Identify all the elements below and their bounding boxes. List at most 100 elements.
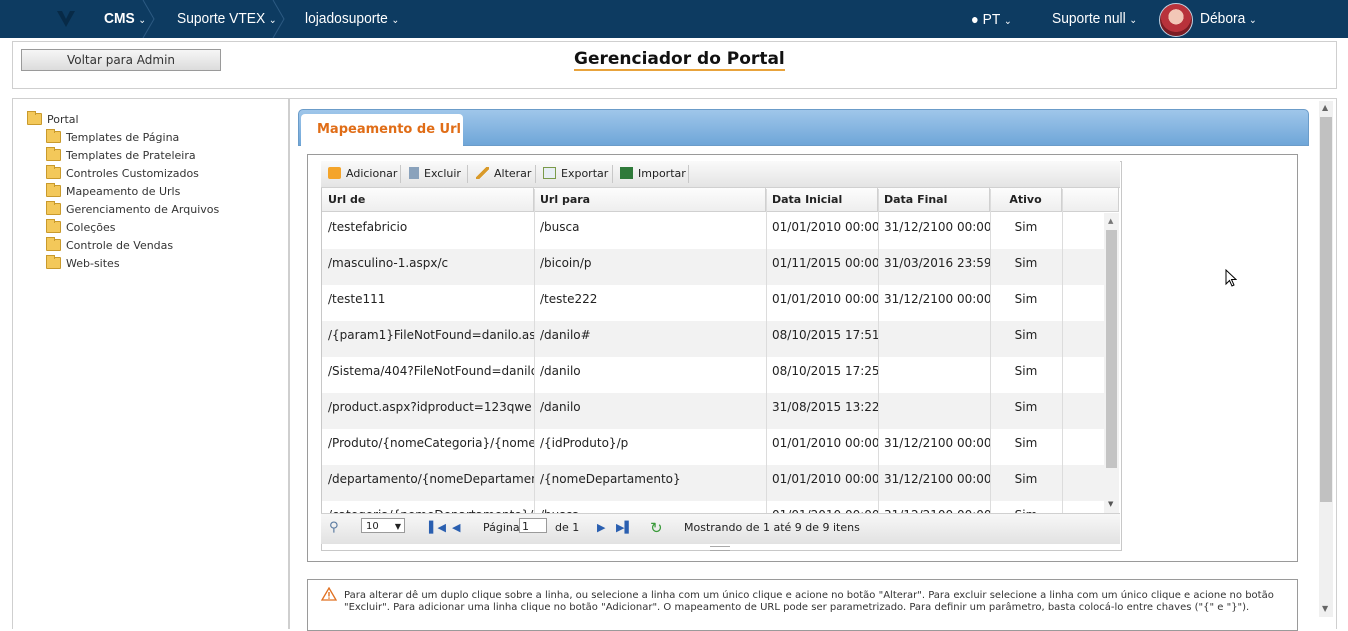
tree-item-templates-pagina[interactable]: Templates de Página [46, 129, 179, 144]
column-header-ativo[interactable]: Ativo [990, 188, 1062, 212]
cell-ativo: Sim [1014, 472, 1038, 486]
resize-grip[interactable] [710, 546, 730, 551]
cell-url-para: /bicoin/p [540, 256, 592, 270]
cell-data-inicial: 01/01/2010 00:00:00 [772, 292, 878, 306]
cell-url-para: /danilo [540, 364, 581, 378]
cell-url-para: /danilo# [540, 328, 591, 342]
template-icon [46, 147, 61, 161]
table-row[interactable]: /categoria/{nomeDepartamento}/{nomeCateg… [322, 501, 1104, 513]
next-page-icon[interactable]: ▶ [597, 521, 605, 534]
tree-item-controles-customizados[interactable]: Controles Customizados [46, 165, 199, 180]
tree-item-gerenciamento-arquivos[interactable]: Gerenciamento de Arquivos [46, 201, 219, 216]
page-scrollbar-thumb[interactable] [1320, 117, 1332, 502]
cell-url-para: /teste222 [540, 292, 598, 306]
store-menu[interactable]: lojadosuporte ⌄ [305, 0, 399, 38]
page-number-input[interactable]: 1 [519, 518, 547, 533]
url-map-icon [46, 183, 61, 197]
cell-data-final [878, 321, 990, 357]
column-header-url-de[interactable]: Url de [322, 188, 534, 212]
scroll-up-icon[interactable]: ▲ [1322, 103, 1328, 112]
search-icon[interactable]: ⚲ [329, 513, 339, 543]
account-menu[interactable]: Suporte VTEX ⌄ [177, 0, 277, 38]
cell-data-inicial: 01/11/2015 00:00:00 [772, 256, 878, 270]
avatar[interactable] [1159, 3, 1193, 37]
cell-ativo: Sim [1014, 436, 1038, 450]
tree-item-mapeamento-urls[interactable]: Mapeamento de Urls [46, 183, 180, 198]
table-row[interactable]: /Sistema/404?FileNotFound=danilo.aspx /d… [322, 357, 1104, 393]
cell-data-inicial: 01/01/2010 00:00:00 [772, 220, 878, 234]
breadcrumb-separator [142, 0, 155, 38]
cell-url-para: /busca [534, 501, 766, 513]
mouse-cursor-icon [1225, 269, 1237, 287]
cell-url-para: /{nomeDepartamento} [540, 472, 681, 486]
scroll-down-icon[interactable]: ▼ [1322, 604, 1328, 613]
grid-scroll-up-icon[interactable]: ▲ [1108, 217, 1113, 225]
table-row[interactable]: /product.aspx?idproduct=123qwe /danilo 3… [322, 393, 1104, 429]
export-button[interactable]: Exportar [543, 161, 608, 187]
pencil-icon [476, 167, 489, 179]
refresh-icon[interactable]: ↻ [650, 513, 663, 543]
cell-data-final: 31/12/2100 00:00:00 [884, 292, 990, 306]
vtex-logo-icon[interactable] [55, 9, 77, 29]
folder-icon [46, 201, 61, 215]
page-size-select[interactable]: 10 ▼ [361, 518, 405, 533]
delete-button[interactable]: Excluir [409, 161, 461, 187]
cms-menu[interactable]: CMS ⌄ [104, 0, 146, 38]
grid-body: /testefabricio /busca 01/01/2010 00:00:0… [322, 213, 1104, 513]
cell-data-final: 31/12/2100 00:00:00 [884, 220, 990, 234]
import-button[interactable]: Importar [620, 161, 686, 187]
table-row[interactable]: /testefabricio /busca 01/01/2010 00:00:0… [322, 213, 1104, 249]
cell-ativo: Sim [1014, 256, 1038, 270]
folder-open-icon [27, 111, 42, 125]
table-row[interactable]: /{param1}FileNotFound=danilo.aspx /danil… [322, 321, 1104, 357]
account-user-menu[interactable]: Suporte null ⌄ [1052, 0, 1137, 38]
first-page-icon[interactable]: ▌◀ [429, 521, 446, 534]
chevron-down-icon: ▼ [394, 522, 401, 531]
cell-ativo: Sim [1014, 328, 1038, 342]
pager-summary: Mostrando de 1 até 9 de 9 itens [684, 521, 860, 534]
cell-data-final: 31/03/2016 23:59:59 [884, 256, 990, 270]
grid-scroll-down-icon[interactable]: ▼ [1108, 500, 1113, 508]
cell-data-final: 31/12/2100 00:00:00 [884, 472, 990, 486]
last-page-icon[interactable]: ▶▌ [616, 521, 633, 534]
user-menu[interactable]: Débora ⌄ [1200, 0, 1257, 38]
column-divider [766, 189, 767, 513]
cell-url-de: /teste111 [328, 292, 386, 306]
template-icon [46, 129, 61, 143]
tree-item-web-sites[interactable]: Web-sites [46, 255, 120, 270]
page-label: Página [483, 521, 520, 534]
cell-url-de: /testefabricio [328, 220, 408, 234]
edit-button[interactable]: Alterar [476, 161, 531, 187]
tree-item-templates-prateleira[interactable]: Templates de Prateleira [46, 147, 196, 162]
tree-item-controle-vendas[interactable]: Controle de Vendas [46, 237, 173, 252]
cell-data-final [878, 393, 990, 429]
column-header-url-para[interactable]: Url para [534, 188, 766, 212]
column-divider [534, 189, 535, 513]
tree-item-portal[interactable]: Portal [27, 111, 79, 126]
column-header-data-final[interactable]: Data Final [878, 188, 990, 212]
warning-icon [321, 587, 337, 601]
table-row[interactable]: /departamento/{nomeDepartamento} /{nomeD… [322, 465, 1104, 501]
cell-data-inicial: 08/10/2015 17:51:00 [772, 328, 878, 342]
help-text: Para alterar dê um duplo clique sobre a … [344, 590, 1274, 613]
column-header-data-inicial[interactable]: Data Inicial [766, 188, 878, 212]
tree-item-colecoes[interactable]: Coleções [46, 219, 116, 234]
table-row[interactable]: /teste111 /teste222 01/01/2010 00:00:00 … [322, 285, 1104, 321]
previous-page-icon[interactable]: ◀ [452, 521, 460, 534]
cell-url-para: /danilo [540, 400, 581, 414]
cell-data-inicial: 01/01/2010 00:00:00 [772, 436, 878, 450]
add-button[interactable]: Adicionar [328, 161, 397, 187]
table-row[interactable]: /masculino-1.aspx/c /bicoin/p 01/11/2015… [322, 249, 1104, 285]
toolbar-divider [535, 165, 536, 183]
tab-mapeamento-url[interactable]: Mapeamento de Url [301, 114, 463, 146]
back-to-admin-button[interactable]: Voltar para Admin [21, 49, 221, 71]
cell-data-inicial: 01/01/2010 00:00:00 [766, 501, 878, 513]
grid-scrollbar-thumb[interactable] [1106, 230, 1117, 468]
language-menu[interactable]: ● PT ⌄ [971, 0, 1012, 38]
column-divider [1062, 189, 1063, 513]
breadcrumb-separator [272, 0, 285, 38]
cell-ativo: Sim [1014, 364, 1038, 378]
table-row[interactable]: /Produto/{nomeCategoria}/{nomeProduto} /… [322, 429, 1104, 465]
cell-url-de: /categoria/{nomeDepartamento}/{nomeCateg… [322, 501, 534, 513]
add-icon [328, 167, 341, 179]
